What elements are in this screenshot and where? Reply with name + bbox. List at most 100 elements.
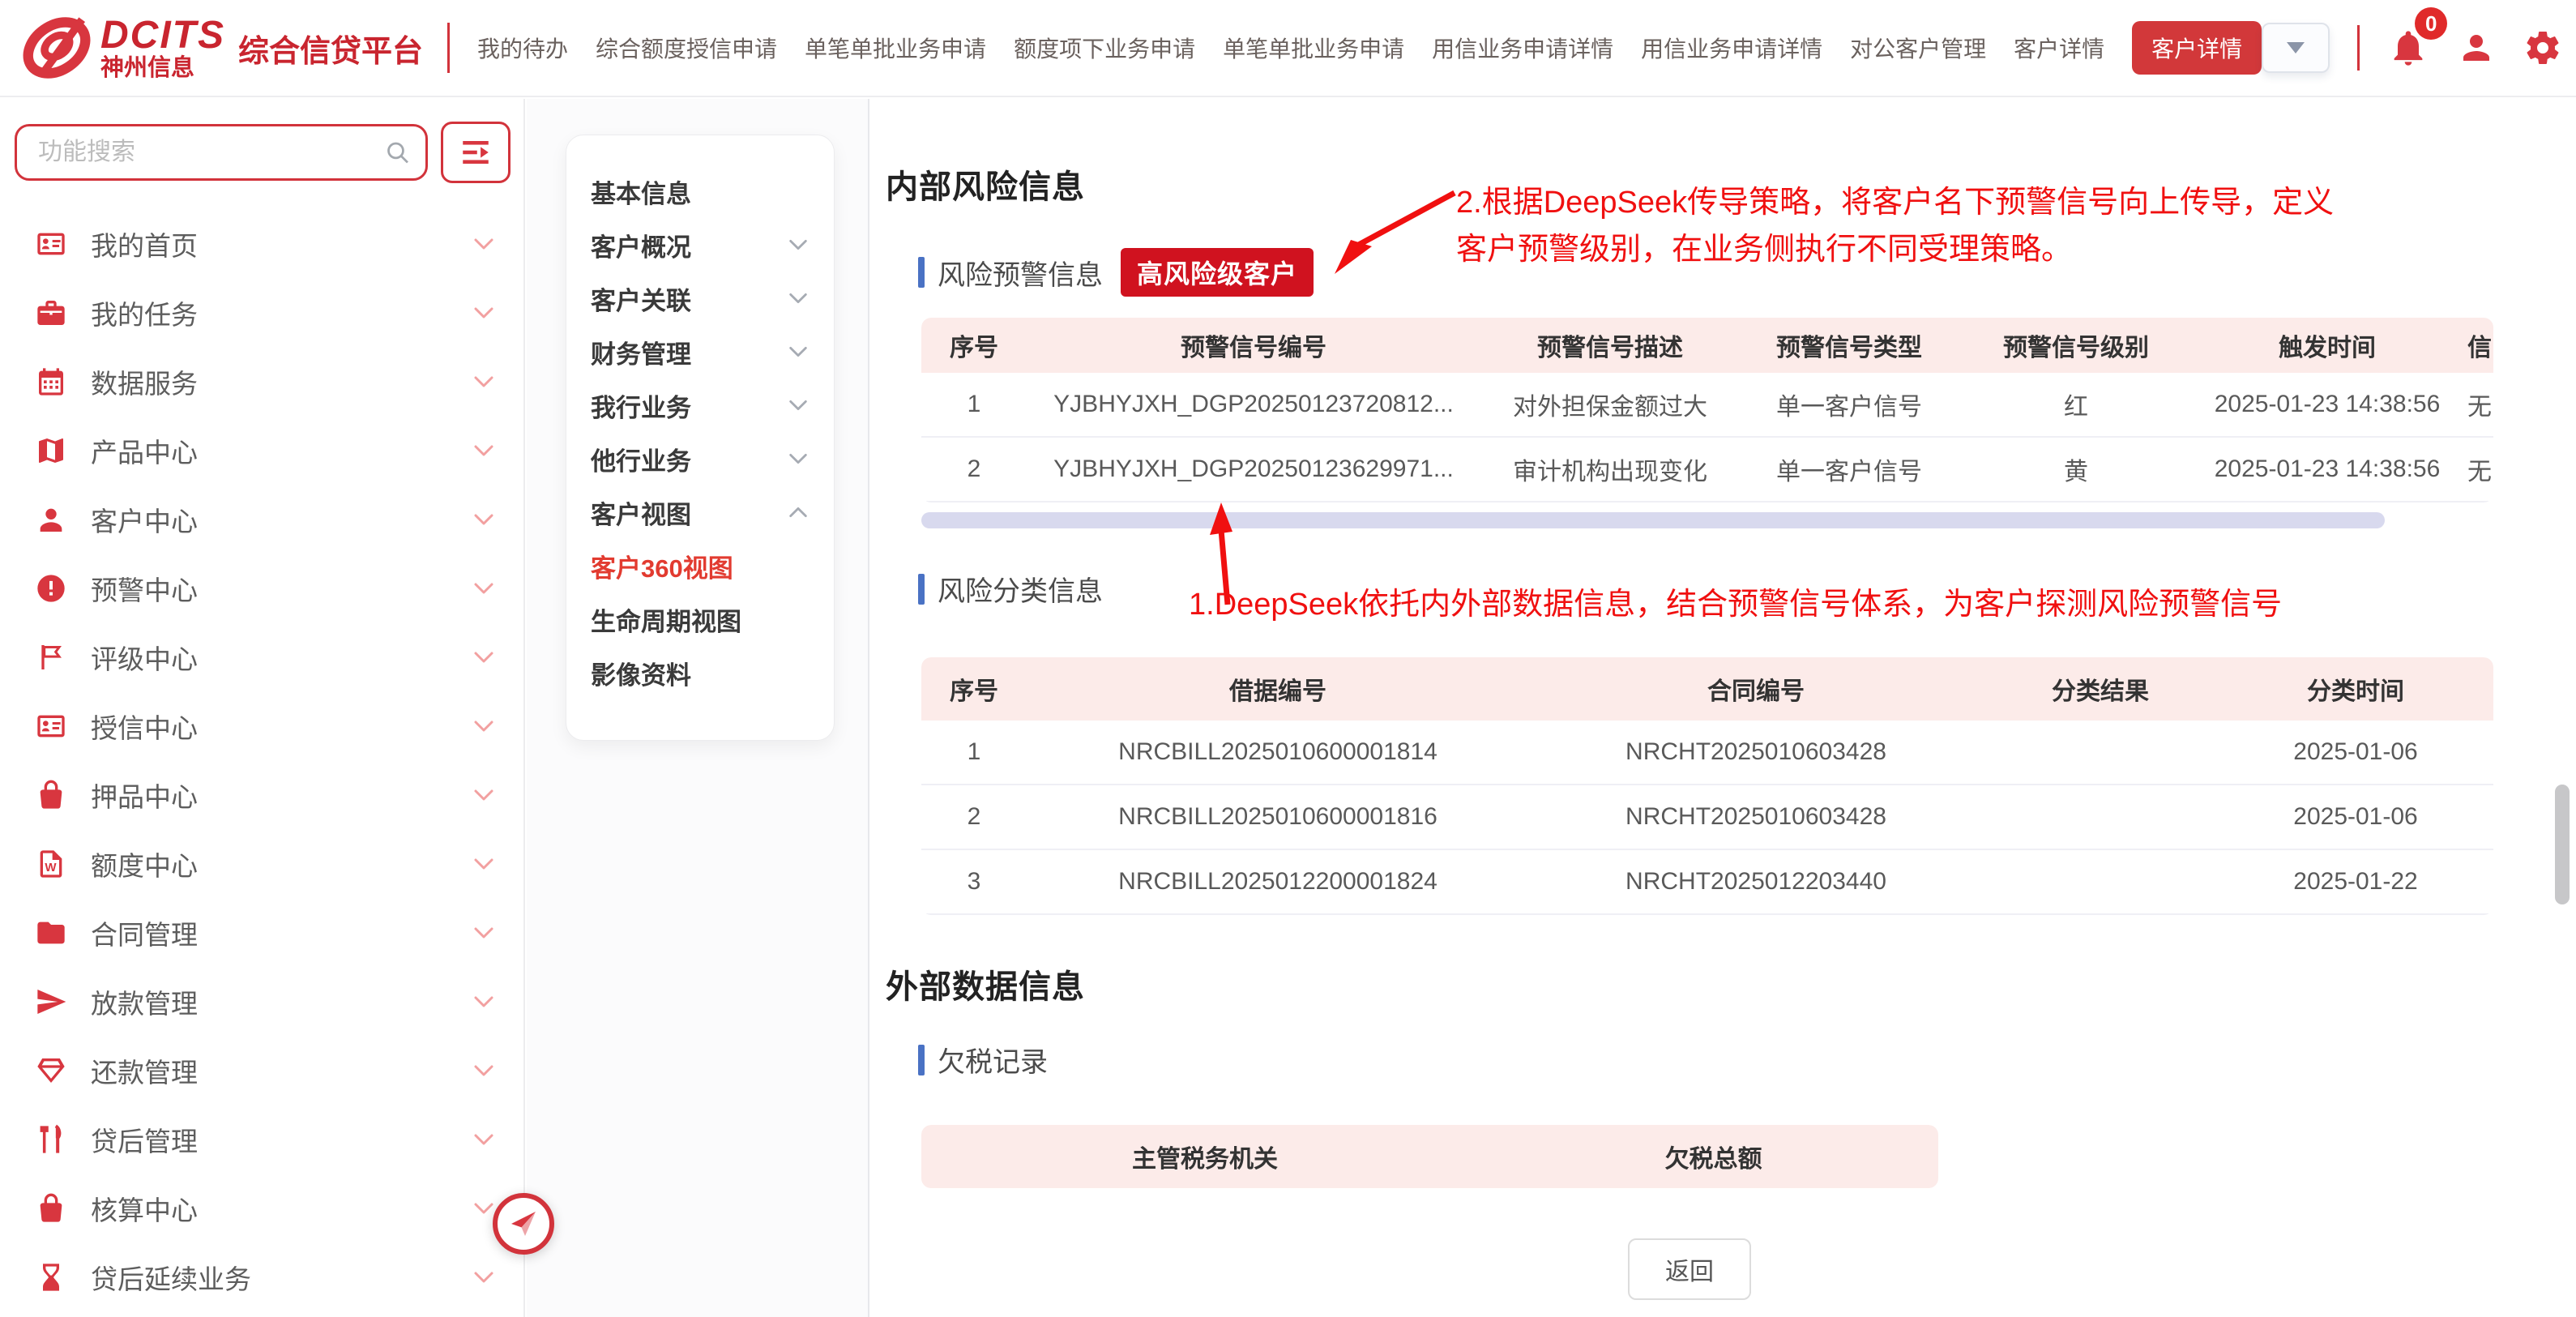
submenu-item-lifecycle-view[interactable]: 生命周期视图 [591,592,810,646]
chevron-down-icon [472,1196,496,1221]
submenu-item-finance-mgmt[interactable]: 财务管理 [591,325,810,378]
horizontal-scrollbar[interactable] [921,512,2385,528]
sidebar-item-accounting-center[interactable]: 核算中心 [11,1174,523,1242]
nav-item-my-todo[interactable]: 我的待办 [477,32,568,64]
high-risk-badge: 高风险级客户 [1121,248,1314,297]
chevron-down-icon [472,1265,496,1289]
sidebar-item-product-center[interactable]: 产品中心 [11,416,523,485]
plane-left-icon [507,1208,540,1240]
chevron-down-icon [472,507,496,532]
table-header-row: 序号 借据编号 合同编号 分类结果 分类时间 [921,657,2493,721]
annotation-arrow-1 [1202,498,1250,611]
sidebar-item-my-home[interactable]: 我的首页 [11,209,523,278]
nav-item-loan-detail-1[interactable]: 用信业务申请详情 [1432,32,1613,64]
caret-down-icon [2287,42,2305,53]
nav-item-loan-detail-2[interactable]: 用信业务申请详情 [1641,32,1822,64]
chevron-down-icon [472,1127,496,1152]
chevron-down-icon [787,447,810,470]
tax-arrears-section-header: 欠税记录 [918,1040,2576,1080]
sidebar-item-my-tasks[interactable]: 我的任务 [11,278,523,347]
submenu-item-basic-info[interactable]: 基本信息 [591,165,810,218]
logo-company-text: 神州信息 [100,57,225,80]
bag-icon [35,779,67,811]
chevron-down-icon [472,645,496,669]
chevron-down-icon [472,370,496,394]
sidebar-item-post-loan-continuation[interactable]: 贷后延续业务 [11,1242,523,1311]
table-row[interactable]: 3 NRCBILL2025012200001824 NRCHT202501220… [921,850,2493,915]
sidebar-item-credit-center[interactable]: 授信中心 [11,691,523,760]
submenu-item-customer-overview[interactable]: 客户概况 [591,218,810,272]
table-row[interactable]: 1 NRCBILL2025010600001814 NRCHT202501060… [921,721,2493,785]
nav-item-single-batch-1[interactable]: 单笔单批业务申请 [805,32,986,64]
header-actions: 0 [2262,23,2562,73]
gear-icon[interactable] [2523,28,2562,67]
send-icon [35,986,67,1018]
submenu-item-our-bank-business[interactable]: 我行业务 [591,378,810,432]
sidebar-item-disbursement-mgmt[interactable]: 放款管理 [11,967,523,1036]
dcits-swirl-icon [21,12,92,83]
table-row[interactable]: 2 YJBHYJXH_DGP20250123629971... 审计机构出现变化… [921,438,2493,502]
user-profile-icon[interactable] [2457,28,2496,67]
main-content: 内部风险信息 风险预警信息 高风险级客户 2.根据DeepSeek传导策略，将客… [871,99,2576,1317]
search-input[interactable] [36,138,384,167]
submenu-item-other-bank-business[interactable]: 他行业务 [591,432,810,485]
logo-divider [447,23,450,73]
table-row[interactable]: 2 NRCBILL2025010600001816 NRCHT202501060… [921,785,2493,850]
tabs-dropdown-button[interactable] [2262,23,2330,73]
nav-item-single-batch-2[interactable]: 单笔单批业务申请 [1223,32,1404,64]
menu-unfold-icon [459,135,493,169]
chevron-down-icon [472,438,496,463]
flag-icon [35,641,67,673]
sidebar-item-rating-center[interactable]: 评级中心 [11,622,523,691]
utensils-icon [35,1123,67,1156]
sidebar-item-repayment-mgmt[interactable]: 还款管理 [11,1036,523,1105]
submenu-item-image-materials[interactable]: 影像资料 [591,646,810,699]
map-icon [35,434,67,467]
section-bar [918,574,925,605]
nav-active-tab-customer-detail[interactable]: 客户详情 [2132,21,2262,75]
header-divider [2357,25,2360,71]
sidebar-collapse-button[interactable] [493,1193,554,1255]
app-logo: DCITS 神州信息 综合信贷平台 [21,12,477,83]
product-title: 综合信贷平台 [238,26,423,71]
chevron-down-icon [472,301,496,325]
submenu-item-customer-360-view[interactable]: 客户360视图 [591,539,810,592]
sidebar-item-post-loan-mgmt[interactable]: 贷后管理 [11,1105,523,1174]
table-header-row: 主管税务机关 欠税总额 [921,1125,1938,1188]
sidebar-item-quota-center[interactable]: 额度中心 [11,829,523,898]
sidebar-item-data-services[interactable]: 数据服务 [11,347,523,416]
submenu-strip: 基本信息 客户概况 客户关联 财务管理 我行业务 他行业务 客户视图 客户360… [527,99,869,1317]
annotation-2: 2.根据DeepSeek传导策略，将客户名下预警信号向上传导，定义 客户预警级别… [1456,180,2334,274]
idcard-icon [35,710,67,742]
annotation-arrow-2 [1326,186,1464,284]
sidebar-item-customer-center[interactable]: 客户中心 [11,485,523,554]
submenu-item-customer-view[interactable]: 客户视图 [591,485,810,539]
chevron-down-icon [472,852,496,876]
left-sidebar: 我的首页 我的任务 数据服务 产品中心 客户中心 预警中心 [0,99,525,1317]
menu-collapse-button[interactable] [441,122,511,183]
notification-button[interactable]: 0 [2387,27,2429,69]
section-bar [918,1045,925,1075]
external-data-title: 外部数据信息 [886,960,2576,1007]
nav-item-customer-detail[interactable]: 客户详情 [2014,32,2104,64]
sidebar-menu: 我的首页 我的任务 数据服务 产品中心 客户中心 预警中心 [11,209,523,1311]
gem-icon [35,1054,67,1087]
submenu-item-customer-relations[interactable]: 客户关联 [591,272,810,325]
sidebar-item-contract-mgmt[interactable]: 合同管理 [11,898,523,967]
nav-item-credit-apply[interactable]: 综合额度授信申请 [596,32,777,64]
nav-item-corporate-customer[interactable]: 对公客户管理 [1850,32,1986,64]
chevron-down-icon [472,714,496,738]
vertical-scrollbar[interactable] [2555,785,2570,904]
logo-dcits-text: DCITS [100,16,225,55]
annotation-1: 1.DeepSeek依托内外部数据信息，结合预警信号体系，为客户探测风险预警信号 [1189,582,2282,629]
nav-item-under-quota[interactable]: 额度项下业务申请 [1014,32,1195,64]
chevron-down-icon [472,990,496,1014]
sidebar-item-warning-center[interactable]: 预警中心 [11,554,523,622]
table-row[interactable]: 1 YJBHYJXH_DGP20250123720812... 对外担保金额过大… [921,373,2493,438]
back-button[interactable]: 返回 [1628,1238,1751,1300]
customer-view-menu-card: 基本信息 客户概况 客户关联 财务管理 我行业务 他行业务 客户视图 客户360… [566,135,835,741]
sidebar-item-collateral-center[interactable]: 押品中心 [11,760,523,829]
calendar-icon [35,366,67,398]
chevron-down-icon [472,232,496,256]
idcard-icon [35,228,67,260]
